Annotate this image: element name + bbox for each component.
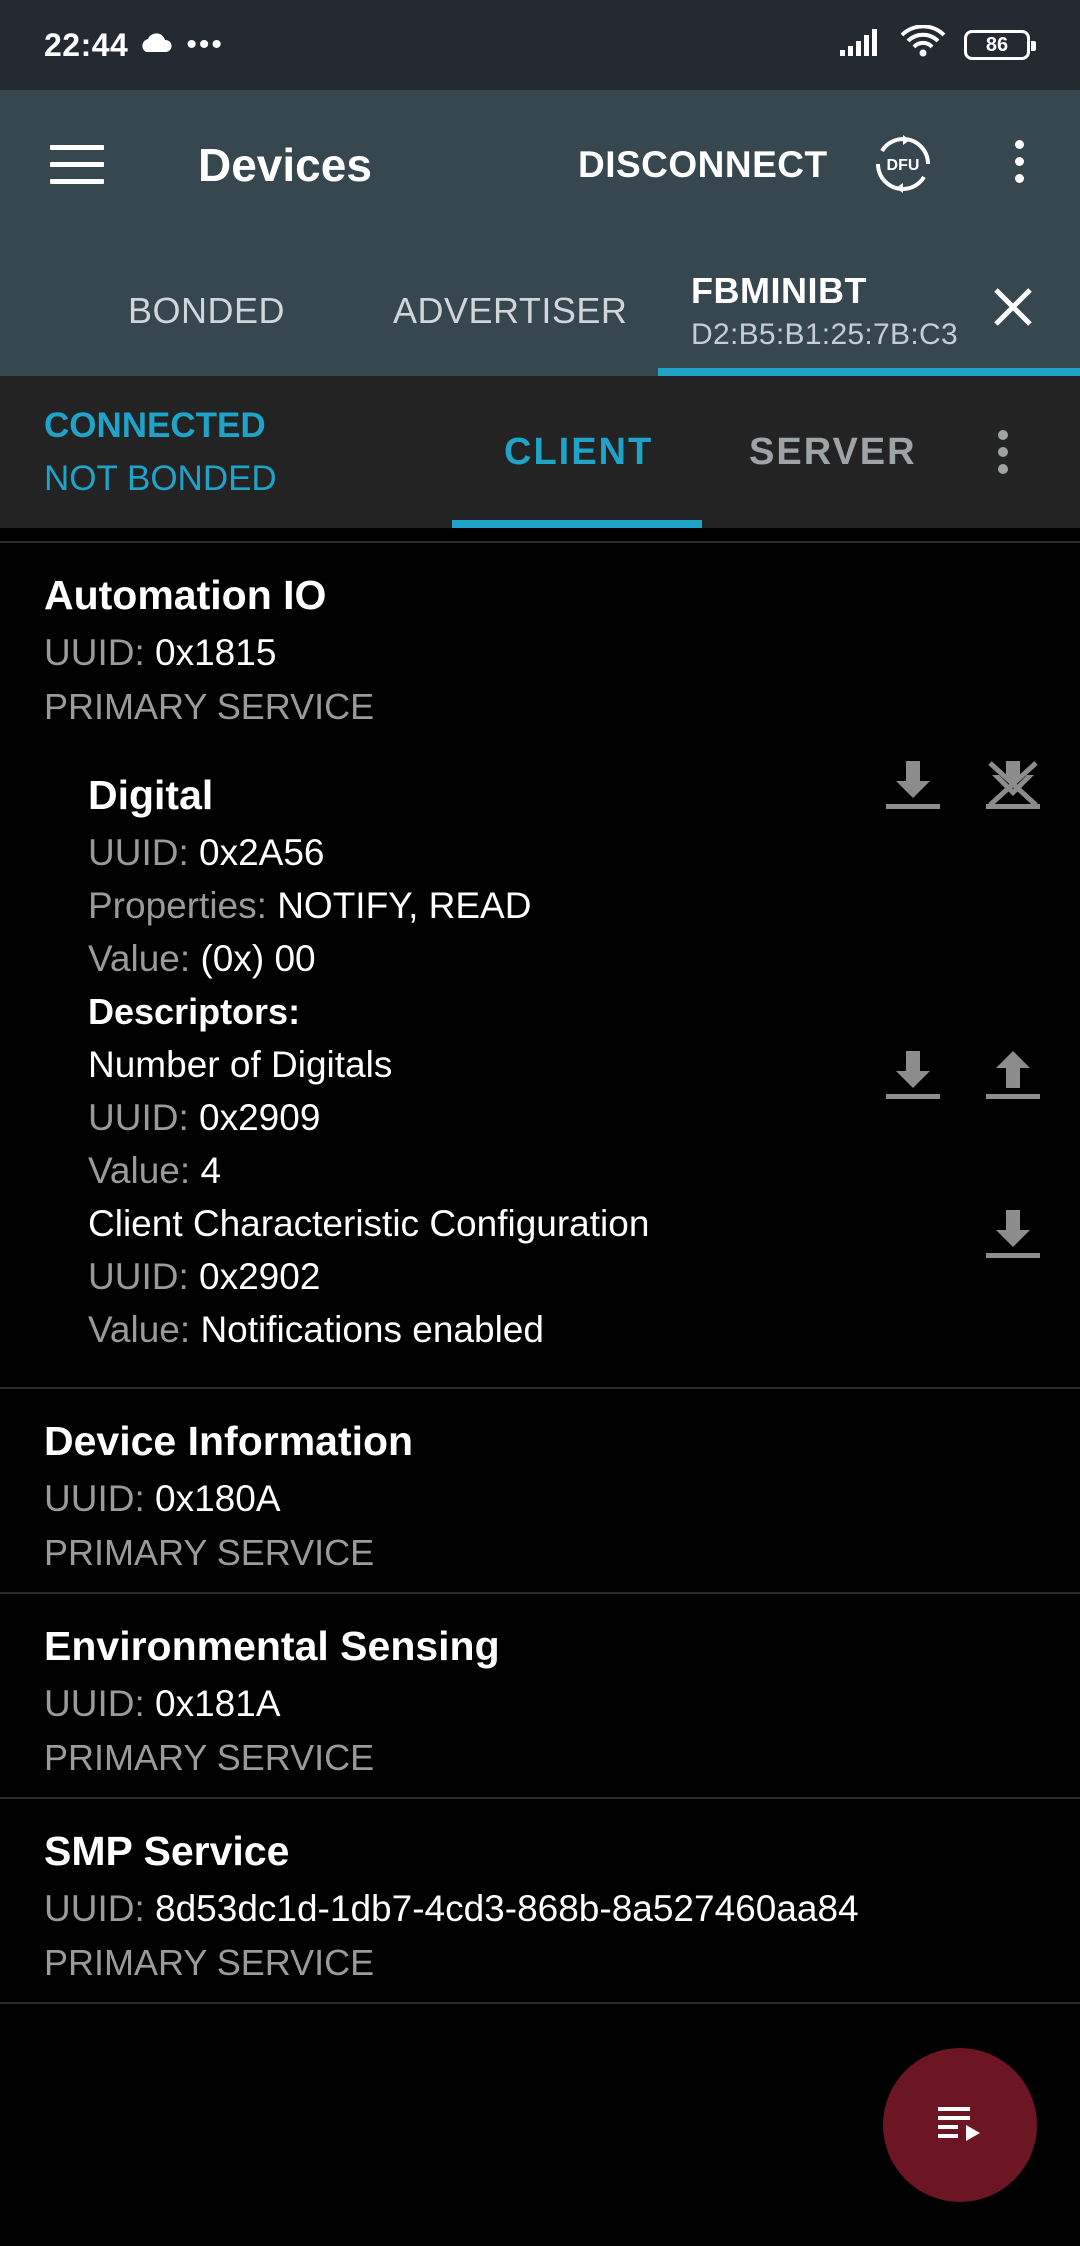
- bond-state: NOT BONDED: [44, 459, 277, 498]
- service-uuid: UUID: 0x181A: [44, 1683, 281, 1724]
- descriptors-heading: Descriptors:: [88, 991, 301, 1032]
- more-vert-icon[interactable]: [1004, 140, 1034, 190]
- notifications-off-icon[interactable]: [984, 757, 1042, 813]
- service-name: Automation IO: [44, 572, 327, 618]
- divider: [0, 1797, 1080, 1799]
- read-download-icon[interactable]: [984, 1206, 1042, 1262]
- service-uuid: UUID: 8d53dc1d-1db7-4cd3-868b-8a527460aa…: [44, 1888, 859, 1929]
- page-title: Devices: [198, 139, 372, 191]
- more-vert-icon[interactable]: [996, 430, 1010, 476]
- read-download-icon[interactable]: [884, 1047, 942, 1103]
- write-upload-icon[interactable]: [984, 1047, 1042, 1103]
- more-notifications-icon: •••: [186, 28, 224, 61]
- descriptor-uuid: UUID: 0x2909: [88, 1097, 321, 1138]
- service-name: Environmental Sensing: [44, 1623, 500, 1669]
- descriptor-name: Number of Digitals: [88, 1044, 393, 1085]
- tab-indicator: [658, 368, 1080, 376]
- playlist-play-icon: [936, 2103, 984, 2148]
- tab-bonded[interactable]: BONDED: [128, 290, 285, 332]
- divider: [0, 541, 1080, 543]
- service-type: PRIMARY SERVICE: [44, 1737, 375, 1778]
- device-tabs: BONDED ADVERTISER FBMINIBT D2:B5:B1:25:7…: [0, 242, 1080, 376]
- divider: [0, 1592, 1080, 1594]
- characteristic-value: Value: (0x) 00: [88, 938, 316, 979]
- tab-device[interactable]: FBMINIBT D2:B5:B1:25:7B:C3: [691, 270, 958, 352]
- signal-icon: [840, 27, 882, 64]
- close-icon[interactable]: [990, 284, 1036, 330]
- status-indicators: 86: [840, 24, 1036, 65]
- descriptor-value: Value: Notifications enabled: [88, 1309, 544, 1350]
- tab-advertiser[interactable]: ADVERTISER: [393, 290, 627, 332]
- battery-icon: 86: [964, 30, 1036, 60]
- device-address: D2:B5:B1:25:7B:C3: [691, 318, 958, 351]
- menu-icon[interactable]: [50, 145, 104, 185]
- svg-text:DFU: DFU: [887, 157, 920, 174]
- connection-bar: CONNECTED NOT BONDED CLIENT SERVER: [0, 376, 1080, 528]
- characteristic-uuid: UUID: 0x2A56: [88, 832, 325, 873]
- dfu-icon[interactable]: DFU: [874, 135, 932, 193]
- status-bar: 22:44 ••• 86: [0, 0, 1080, 90]
- wifi-icon: [900, 24, 946, 65]
- descriptor-value: Value: 4: [88, 1150, 222, 1191]
- descriptor-uuid: UUID: 0x2902: [88, 1256, 321, 1297]
- battery-level: 86: [985, 33, 1009, 56]
- characteristic-properties: Properties: NOTIFY, READ: [88, 885, 532, 926]
- characteristic-name: Digital: [88, 772, 214, 818]
- tab-client[interactable]: CLIENT: [504, 431, 653, 474]
- divider: [0, 1387, 1080, 1389]
- descriptor-name: Client Characteristic Configuration: [88, 1203, 650, 1244]
- service-type: PRIMARY SERVICE: [44, 1942, 375, 1983]
- app-bar: Devices DISCONNECT DFU: [0, 90, 1080, 242]
- cloud-icon: [138, 29, 172, 61]
- connection-state: CONNECTED: [44, 406, 266, 445]
- status-time: 22:44: [44, 26, 129, 63]
- disconnect-button[interactable]: DISCONNECT: [578, 144, 828, 186]
- device-name: FBMINIBT: [691, 270, 867, 311]
- service-type: PRIMARY SERVICE: [44, 1532, 375, 1573]
- service-name: Device Information: [44, 1418, 414, 1464]
- divider: [0, 2002, 1080, 2004]
- client-tab-indicator: [452, 520, 702, 528]
- log-fab-button[interactable]: [883, 2048, 1037, 2202]
- service-name: SMP Service: [44, 1828, 290, 1874]
- read-download-icon[interactable]: [884, 757, 942, 813]
- service-uuid: UUID: 0x1815: [44, 632, 277, 673]
- service-uuid: UUID: 0x180A: [44, 1478, 281, 1519]
- service-type: PRIMARY SERVICE: [44, 686, 375, 727]
- tab-server[interactable]: SERVER: [749, 431, 917, 474]
